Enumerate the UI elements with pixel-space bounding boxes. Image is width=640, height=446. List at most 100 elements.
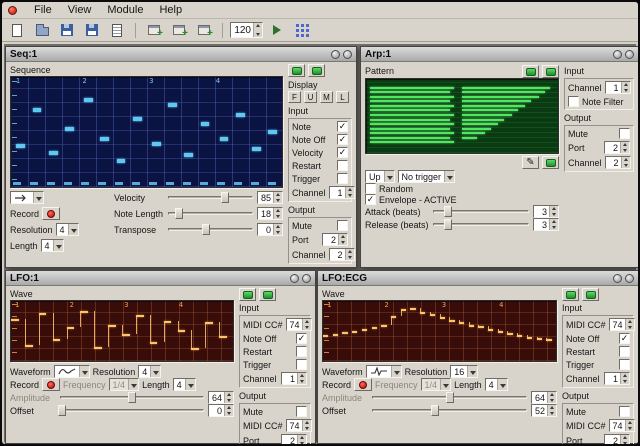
mute-checkbox[interactable] [337, 220, 348, 231]
attack-spinbox[interactable]: 3 [533, 205, 559, 218]
tempo-spinbox[interactable]: 120 [230, 22, 263, 38]
new-file-button[interactable] [6, 20, 28, 40]
cc-spinbox[interactable]: 74 [609, 318, 635, 331]
out-channel-spinbox[interactable]: 2 [605, 156, 631, 169]
transpose-slider[interactable] [167, 223, 254, 236]
play-button[interactable] [266, 20, 288, 40]
lfo1-titlebar[interactable]: LFO:1 [6, 271, 315, 286]
add-seq-button[interactable] [193, 20, 215, 40]
mute-checkbox[interactable] [619, 406, 630, 417]
note-length-spinbox[interactable]: 18 [257, 207, 283, 220]
restart-checkbox[interactable] [337, 160, 348, 171]
event-log-button[interactable] [291, 20, 313, 40]
mute-checkbox[interactable] [619, 128, 630, 139]
length-combo[interactable]: 4 [41, 239, 64, 252]
amplitude-slider[interactable] [371, 391, 528, 404]
seq-titlebar[interactable]: Seq:1 [6, 47, 356, 62]
random-checkbox[interactable] [365, 183, 376, 194]
attack-slider[interactable] [432, 205, 530, 218]
velocity-checkbox[interactable] [337, 147, 348, 158]
close-button[interactable] [625, 274, 634, 283]
release-slider[interactable] [432, 218, 530, 231]
port-spinbox[interactable]: 2 [281, 434, 307, 446]
restart-checkbox[interactable] [619, 346, 630, 357]
envelope-checkbox[interactable] [365, 194, 376, 205]
open-file-button[interactable] [31, 20, 53, 40]
note-checkbox[interactable] [337, 121, 348, 132]
add-arp-button[interactable] [143, 20, 165, 40]
resolution-combo[interactable]: 16 [450, 365, 478, 378]
note-off-checkbox[interactable] [619, 333, 630, 344]
offset-spinbox[interactable]: 52 [531, 404, 557, 417]
velocity-spinbox[interactable]: 85 [257, 191, 283, 204]
module-mute-button[interactable] [522, 65, 539, 78]
trigger-checkbox[interactable] [619, 359, 630, 370]
note-off-checkbox[interactable] [296, 333, 307, 344]
close-button[interactable] [625, 50, 634, 59]
module-midi-button[interactable] [542, 65, 559, 78]
frequency-combo[interactable]: 1/4 [421, 378, 452, 391]
port-spinbox[interactable]: 2 [604, 141, 630, 154]
note-off-checkbox[interactable] [337, 134, 348, 145]
lfo-wave-display[interactable]: 1234 [10, 300, 234, 362]
edit-pattern-button[interactable]: ✎ [522, 156, 539, 169]
menu-help[interactable]: Help [151, 3, 190, 18]
record-button[interactable] [354, 378, 372, 391]
shade-button[interactable] [290, 274, 299, 283]
menu-file[interactable]: File [26, 3, 60, 18]
in-channel-spinbox[interactable]: 1 [281, 372, 307, 385]
save-as-button[interactable] [81, 20, 103, 40]
display-zoom-upper-button[interactable]: U [304, 91, 317, 103]
transpose-spinbox[interactable]: 0 [257, 223, 283, 236]
arp-pattern-display[interactable] [365, 78, 559, 154]
module-mute-button[interactable] [288, 64, 305, 77]
velocity-slider[interactable] [167, 191, 254, 204]
lfo-ecg-titlebar[interactable]: LFO:ECG [318, 271, 638, 286]
trigger-mode-combo[interactable]: No trigger [398, 170, 456, 183]
port-spinbox[interactable]: 2 [604, 434, 630, 446]
trigger-checkbox[interactable] [337, 173, 348, 184]
restart-checkbox[interactable] [296, 346, 307, 357]
module-mute-button[interactable] [562, 288, 579, 301]
spin-arrows[interactable] [253, 23, 262, 37]
record-button[interactable] [42, 378, 60, 391]
store-pattern-button[interactable] [542, 156, 559, 169]
file-log-button[interactable] [106, 20, 128, 40]
port-spinbox[interactable]: 2 [322, 233, 348, 246]
release-spinbox[interactable]: 3 [533, 218, 559, 231]
length-combo[interactable]: 4 [485, 378, 508, 391]
waveform-combo[interactable] [54, 365, 90, 378]
arp-titlebar[interactable]: Arp:1 [361, 47, 638, 62]
display-zoom-full-button[interactable]: F [288, 91, 301, 103]
resolution-combo[interactable]: 4 [138, 365, 161, 378]
amplitude-slider[interactable] [59, 391, 205, 404]
display-zoom-lower-button[interactable]: L [336, 91, 349, 103]
note-filter-checkbox[interactable] [568, 96, 579, 107]
in-channel-spinbox[interactable]: 1 [604, 372, 630, 385]
add-lfo-button[interactable] [168, 20, 190, 40]
menu-view[interactable]: View [60, 3, 100, 18]
module-midi-button[interactable] [259, 288, 276, 301]
module-mute-button[interactable] [239, 288, 256, 301]
save-button[interactable] [56, 20, 78, 40]
offset-spinbox[interactable]: 0 [208, 404, 234, 417]
amplitude-spinbox[interactable]: 64 [531, 391, 557, 404]
module-midi-button[interactable] [582, 288, 599, 301]
waveform-combo[interactable] [366, 365, 402, 378]
menu-module[interactable]: Module [99, 3, 151, 18]
note-length-slider[interactable] [167, 207, 254, 220]
shade-button[interactable] [613, 274, 622, 283]
amplitude-spinbox[interactable]: 64 [208, 391, 234, 404]
length-combo[interactable]: 4 [173, 378, 196, 391]
module-midi-button[interactable] [308, 64, 325, 77]
shade-button[interactable] [331, 50, 340, 59]
in-channel-spinbox[interactable]: 1 [329, 186, 355, 199]
close-button[interactable] [343, 50, 352, 59]
record-button[interactable] [42, 207, 60, 220]
cc-spinbox[interactable]: 74 [286, 318, 312, 331]
loop-mode-combo[interactable] [10, 191, 44, 204]
cc-out-spinbox[interactable]: 74 [609, 419, 635, 432]
mute-checkbox[interactable] [296, 406, 307, 417]
arp-mode-combo[interactable]: Up [365, 170, 395, 183]
lfo-wave-display[interactable]: 1234 [322, 300, 557, 362]
